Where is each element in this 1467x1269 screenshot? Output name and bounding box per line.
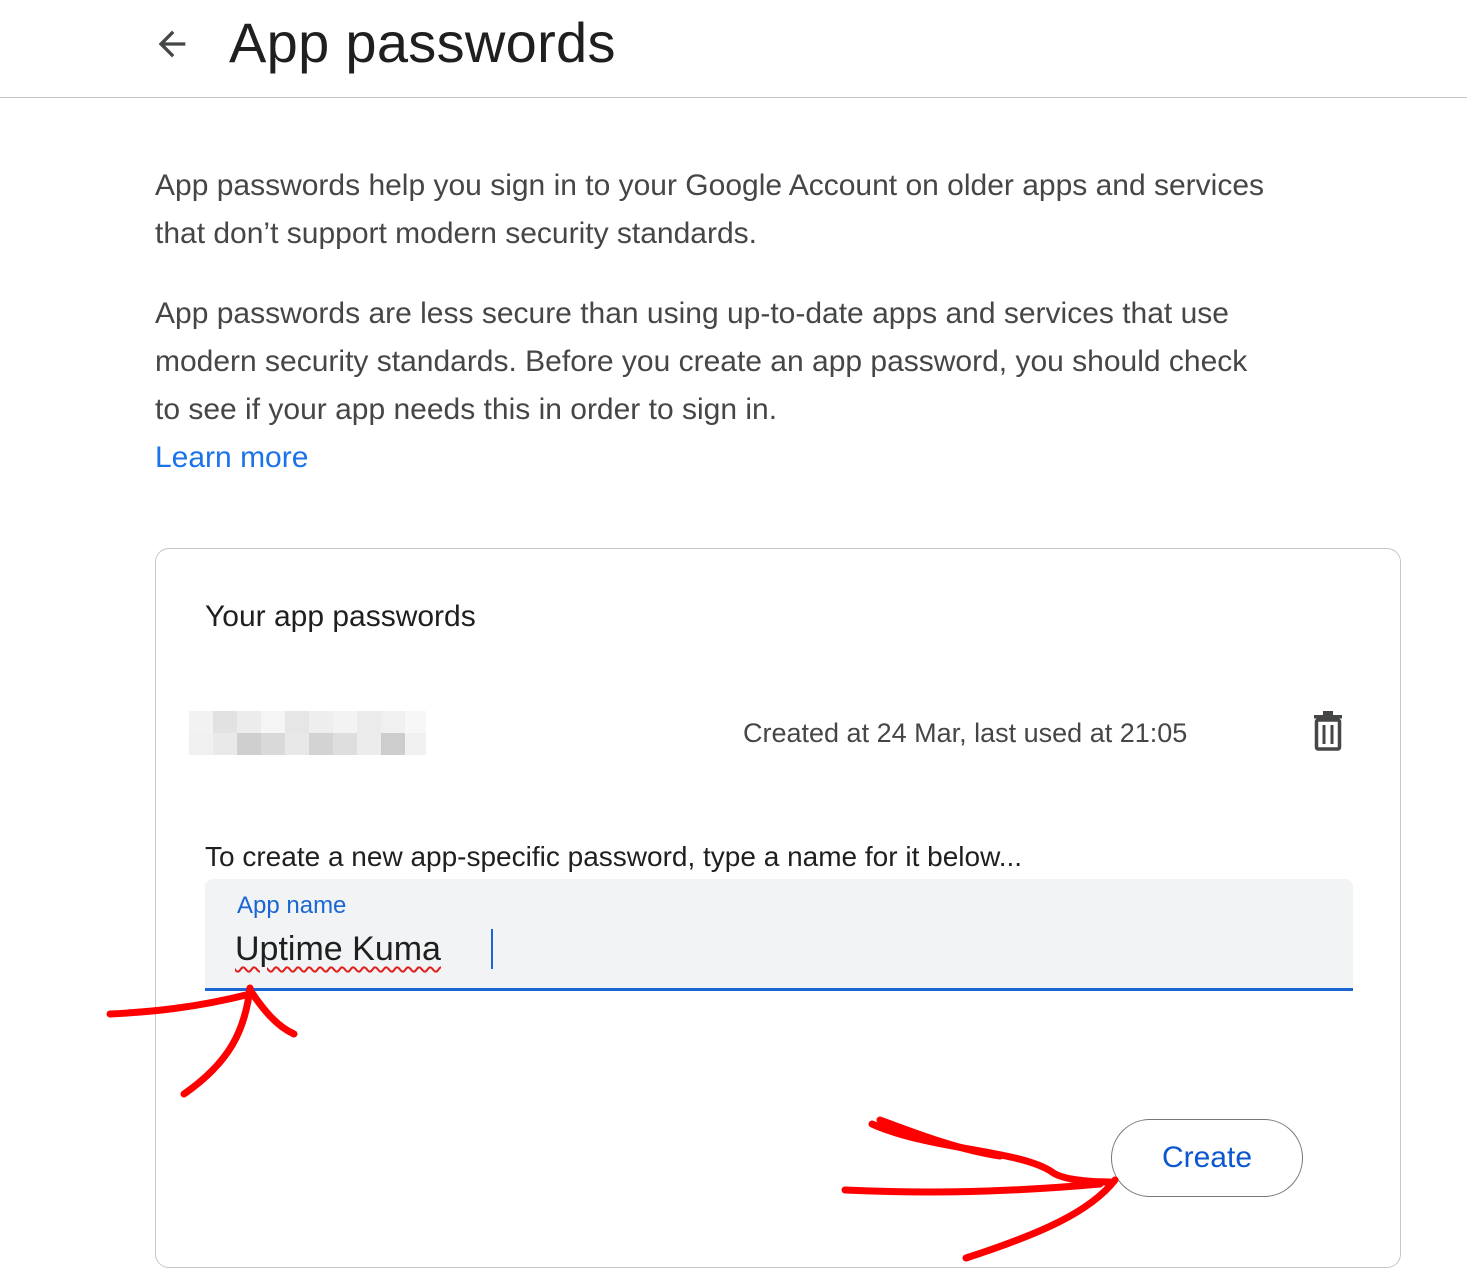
arrow-back-icon xyxy=(158,30,186,58)
card-title: Your app passwords xyxy=(205,600,476,633)
app-passwords-card: Your app passwords Created at 24 Mar, la… xyxy=(155,548,1401,1268)
password-meta: Created at 24 Mar, last used at 21:05 xyxy=(743,718,1188,748)
back-button[interactable] xyxy=(148,20,196,68)
text-caret xyxy=(491,929,493,969)
redacted-password-name xyxy=(189,711,426,755)
app-name-input[interactable] xyxy=(235,925,1315,973)
create-button[interactable]: Create xyxy=(1111,1119,1303,1197)
app-name-label: App name xyxy=(237,892,347,919)
learn-more-link[interactable]: Learn more xyxy=(155,434,308,482)
trash-icon xyxy=(1314,711,1342,751)
app-name-field[interactable]: App name xyxy=(205,879,1353,991)
intro-paragraph-1: App passwords help you sign in to your G… xyxy=(155,169,1265,250)
app-password-row: Created at 24 Mar, last used at 21:05 xyxy=(156,699,1402,771)
delete-password-button[interactable] xyxy=(1304,707,1352,755)
page-title: App passwords xyxy=(229,11,616,74)
intro-paragraph-2: App passwords are less secure than using… xyxy=(155,297,1248,426)
create-hint-text: To create a new app-specific password, t… xyxy=(205,841,1023,872)
page-header: App passwords xyxy=(0,0,1467,98)
